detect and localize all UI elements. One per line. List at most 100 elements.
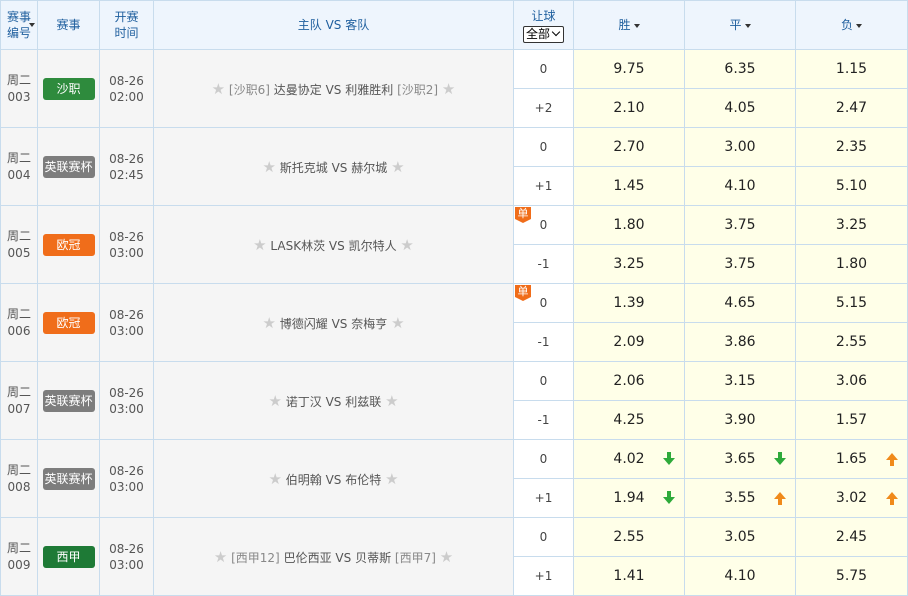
league-badge[interactable]: 英联赛杯 <box>42 467 95 490</box>
match-number: 周二 008 <box>0 439 38 518</box>
odds-win[interactable]: 2.55 <box>573 517 685 557</box>
handicap-value: 0 <box>513 361 574 401</box>
favorite-star-icon[interactable]: ★ <box>440 548 453 566</box>
odds-lose[interactable]: 2.45 <box>795 517 908 557</box>
favorite-star-icon[interactable]: ★ <box>391 314 404 332</box>
odds-draw[interactable]: 3.90 <box>684 400 796 440</box>
odds-draw[interactable]: 4.10 <box>684 556 796 596</box>
odds-draw[interactable]: 4.10 <box>684 166 796 206</box>
handicap-filter-select[interactable]: 全部 <box>522 25 564 43</box>
favorite-star-icon[interactable]: ★ <box>268 470 281 488</box>
odds-lose[interactable]: 3.25 <box>795 205 908 245</box>
handicap-value: 单0 <box>513 283 574 323</box>
away-team[interactable]: 布伦特 <box>345 473 381 487</box>
away-team[interactable]: 利雅胜利 <box>345 83 393 97</box>
odds-win[interactable]: 2.06 <box>573 361 685 401</box>
single-bet-badge: 单 <box>515 285 531 301</box>
header-win[interactable]: 胜 <box>573 0 685 50</box>
table-row: 周二 008 英联赛杯 08-26 03:00 ★ 伯明翰 VS 布伦特 ★ 0 4.02 3.… <box>0 439 908 518</box>
odds-lose[interactable]: 5.75 <box>795 556 908 596</box>
odds-lose[interactable]: 3.06 <box>795 361 908 401</box>
odds-lose[interactable]: 2.55 <box>795 322 908 362</box>
odds-win[interactable]: 2.10 <box>573 88 685 128</box>
home-team[interactable]: 斯托克城 <box>280 161 328 175</box>
league-badge[interactable]: 英联赛杯 <box>42 389 95 412</box>
match-teams: ★ 博德闪耀 VS 奈梅亨 ★ <box>153 283 514 362</box>
odds-draw[interactable]: 3.65 <box>684 439 796 479</box>
odds-win[interactable]: 3.25 <box>573 244 685 284</box>
odds-draw[interactable]: 3.55 <box>684 478 796 518</box>
start-time: 08-26 03:00 <box>99 517 154 596</box>
odds-lose[interactable]: 5.15 <box>795 283 908 323</box>
odds-lose[interactable]: 1.80 <box>795 244 908 284</box>
handicap-value: -1 <box>513 322 574 362</box>
odds-lose[interactable]: 3.02 <box>795 478 908 518</box>
odds-lose[interactable]: 2.47 <box>795 88 908 128</box>
favorite-star-icon[interactable]: ★ <box>442 80 455 98</box>
odds-lose[interactable]: 1.65 <box>795 439 908 479</box>
favorite-star-icon[interactable]: ★ <box>262 158 275 176</box>
odds-win[interactable]: 1.94 <box>573 478 685 518</box>
odds-win[interactable]: 4.25 <box>573 400 685 440</box>
home-team[interactable]: 诺丁汉 <box>286 395 322 409</box>
table-header: 赛事编号 赛事 开赛时间 主队 VS 客队 让球 全部 胜 平 负 <box>0 0 908 50</box>
vs-label: VS <box>325 82 342 97</box>
odds-win[interactable]: 1.45 <box>573 166 685 206</box>
odds-lose[interactable]: 1.57 <box>795 400 908 440</box>
favorite-star-icon[interactable]: ★ <box>214 548 227 566</box>
league-badge[interactable]: 西甲 <box>42 545 95 568</box>
favorite-star-icon[interactable]: ★ <box>385 470 398 488</box>
odds-win[interactable]: 1.39 <box>573 283 685 323</box>
odds-win[interactable]: 4.02 <box>573 439 685 479</box>
table-row: 周二 007 英联赛杯 08-26 03:00 ★ 诺丁汉 VS 利兹联 ★ 0 2.06 3.… <box>0 361 908 440</box>
favorite-star-icon[interactable]: ★ <box>268 392 281 410</box>
start-time: 08-26 03:00 <box>99 205 154 284</box>
league-badge[interactable]: 英联赛杯 <box>42 155 95 178</box>
odds-win[interactable]: 2.70 <box>573 127 685 167</box>
sort-triangle-icon <box>856 23 862 28</box>
favorite-star-icon[interactable]: ★ <box>391 158 404 176</box>
away-team[interactable]: 利兹联 <box>345 395 381 409</box>
odds-draw[interactable]: 3.05 <box>684 517 796 557</box>
arrow-down-icon <box>663 452 675 466</box>
odds-lose[interactable]: 1.15 <box>795 49 908 89</box>
home-team[interactable]: 巴伦西亚 <box>284 551 332 565</box>
odds-draw[interactable]: 3.15 <box>684 361 796 401</box>
header-lose[interactable]: 负 <box>795 0 908 50</box>
header-match-id[interactable]: 赛事编号 <box>0 0 38 50</box>
away-team[interactable]: 贝蒂斯 <box>355 551 391 565</box>
away-team[interactable]: 凯尔特人 <box>349 239 397 253</box>
odds-draw[interactable]: 6.35 <box>684 49 796 89</box>
league-badge[interactable]: 沙职 <box>42 77 95 100</box>
away-team[interactable]: 奈梅亨 <box>351 317 387 331</box>
odds-draw[interactable]: 3.86 <box>684 322 796 362</box>
home-team[interactable]: LASK林茨 <box>270 239 325 253</box>
league-badge[interactable]: 欧冠 <box>42 311 95 334</box>
favorite-star-icon[interactable]: ★ <box>400 236 413 254</box>
odds-win[interactable]: 1.80 <box>573 205 685 245</box>
odds-win[interactable]: 1.41 <box>573 556 685 596</box>
home-team[interactable]: 博德闪耀 <box>280 317 328 331</box>
away-team[interactable]: 赫尔城 <box>351 161 387 175</box>
odds-draw[interactable]: 3.00 <box>684 127 796 167</box>
header-draw[interactable]: 平 <box>684 0 796 50</box>
favorite-star-icon[interactable]: ★ <box>385 392 398 410</box>
odds-draw[interactable]: 4.05 <box>684 88 796 128</box>
odds-lose[interactable]: 2.35 <box>795 127 908 167</box>
home-team[interactable]: 达曼协定 <box>274 83 322 97</box>
odds-win[interactable]: 2.09 <box>573 322 685 362</box>
league-cell: 英联赛杯 <box>37 361 100 440</box>
odds-draw[interactable]: 4.65 <box>684 283 796 323</box>
favorite-star-icon[interactable]: ★ <box>262 314 275 332</box>
header-start-time: 开赛时间 <box>99 0 154 50</box>
home-team[interactable]: 伯明翰 <box>286 473 322 487</box>
handicap-value: +1 <box>513 556 574 596</box>
league-badge[interactable]: 欧冠 <box>42 233 95 256</box>
favorite-star-icon[interactable]: ★ <box>253 236 266 254</box>
odds-draw[interactable]: 3.75 <box>684 205 796 245</box>
odds-lose[interactable]: 5.10 <box>795 166 908 206</box>
start-time: 08-26 02:45 <box>99 127 154 206</box>
odds-draw[interactable]: 3.75 <box>684 244 796 284</box>
favorite-star-icon[interactable]: ★ <box>212 80 225 98</box>
odds-win[interactable]: 9.75 <box>573 49 685 89</box>
